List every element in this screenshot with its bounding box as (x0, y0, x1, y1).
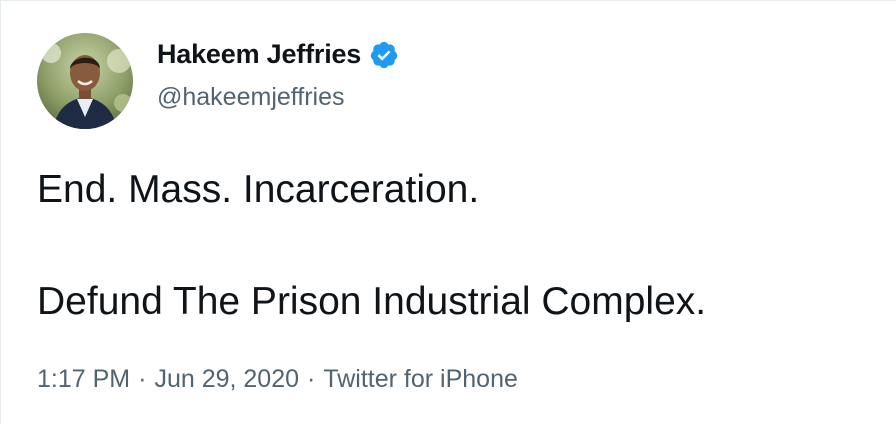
verified-badge-icon (369, 40, 399, 70)
tweet-date[interactable]: Jun 29, 2020 (154, 365, 299, 393)
author-handle[interactable]: @hakeemjeffries (157, 83, 345, 112)
meta-separator: · (138, 365, 147, 393)
meta-separator: · (307, 365, 316, 393)
tweet-source[interactable]: Twitter for iPhone (323, 365, 518, 393)
profile-photo-image (37, 33, 133, 129)
author-name-row[interactable]: Hakeem Jeffries (157, 39, 399, 70)
tweet-time[interactable]: 1:17 PM (37, 365, 130, 393)
tweet-meta: 1:17 PM · Jun 29, 2020 · Twitter for iPhone (37, 365, 518, 394)
tweet-card[interactable]: Hakeem Jeffries @hakeemjeffries End. Mas… (0, 0, 896, 424)
display-name[interactable]: Hakeem Jeffries (157, 39, 361, 70)
avatar[interactable] (37, 33, 133, 129)
tweet-text-line: End. Mass. Incarceration. (37, 168, 480, 211)
tweet-text-line: Defund The Prison Industrial Complex. (37, 280, 707, 323)
